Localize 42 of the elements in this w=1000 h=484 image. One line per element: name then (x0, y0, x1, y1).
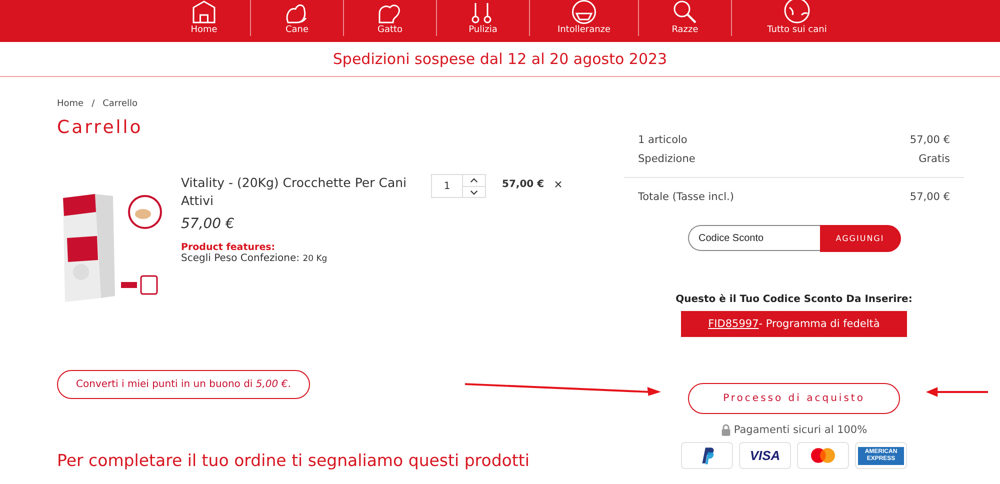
checkout-button[interactable]: Processo di acquisto (688, 383, 900, 414)
nav-link[interactable]: Tutto sui cani (767, 25, 827, 35)
nav-link[interactable]: Home (190, 25, 218, 35)
secure-payment-note: Pagamenti sicuri al 100% (734, 424, 868, 436)
arrow (926, 387, 988, 397)
total-value: 57,00 € (910, 190, 950, 205)
decrease-button[interactable] (463, 186, 485, 197)
summary-label: Spedizione (638, 152, 696, 167)
nav-link[interactable]: Intolleranze (557, 25, 611, 35)
coupon-heading: Questo è il Tuo Codice Sconto Da Inserire: (676, 294, 912, 305)
coupon-code-link[interactable]: FID85997 (708, 318, 759, 330)
caret-up-icon (470, 178, 478, 183)
features-label: Product features: (181, 242, 276, 253)
quantity-field[interactable]: 1 (431, 174, 463, 198)
total-label: Totale (Tasse incl.) (638, 190, 734, 205)
feature-label: Scegli Peso Confezione: (181, 253, 300, 264)
coupon-description: - Programma di fedeltà (758, 318, 880, 330)
suggestions-heading: Per completare il tuo ordine ti segnaliamo questi prodotti (57, 451, 530, 470)
nav-link[interactable]: Gatto (377, 25, 403, 35)
add-button[interactable]: AGGIUNGI (820, 225, 900, 252)
summary-value: Gratis (918, 152, 950, 167)
card-brand-label: VISA (750, 448, 780, 463)
breadcrumb-link[interactable]: Home (57, 99, 84, 109)
shipping-notice: Spedizioni sospese dal 12 al 20 agosto 2023 (0, 42, 1000, 77)
product-price: 57,00 € (181, 216, 236, 232)
convert-points-button[interactable]: Converti i miei punti in un buono di 5,00 €. (57, 370, 310, 399)
feature-value: 20 Kg (302, 254, 328, 264)
summary-value: 57,00 € (910, 133, 950, 148)
remove-button[interactable]: × (552, 176, 564, 192)
lock-icon (720, 424, 731, 436)
discount-code-field[interactable]: Codice Sconto (688, 225, 820, 251)
line-total: 57,00 € (502, 179, 544, 190)
nav-link[interactable]: Razze (672, 25, 698, 35)
caret-down-icon (470, 190, 478, 194)
nav-link[interactable]: Pulizia (468, 25, 498, 35)
page-title: Carrello (57, 117, 143, 138)
breadcrumb-current: Carrello (102, 99, 138, 109)
breadcrumb-separator: / (92, 99, 95, 109)
nav-link[interactable]: Cane (285, 25, 309, 35)
summary-label: 1 articolo (638, 133, 688, 148)
mastercard-logo (811, 448, 835, 463)
product-name[interactable]: Vitality - (20Kg) Crocchette Per Cani Attivi (181, 174, 431, 210)
